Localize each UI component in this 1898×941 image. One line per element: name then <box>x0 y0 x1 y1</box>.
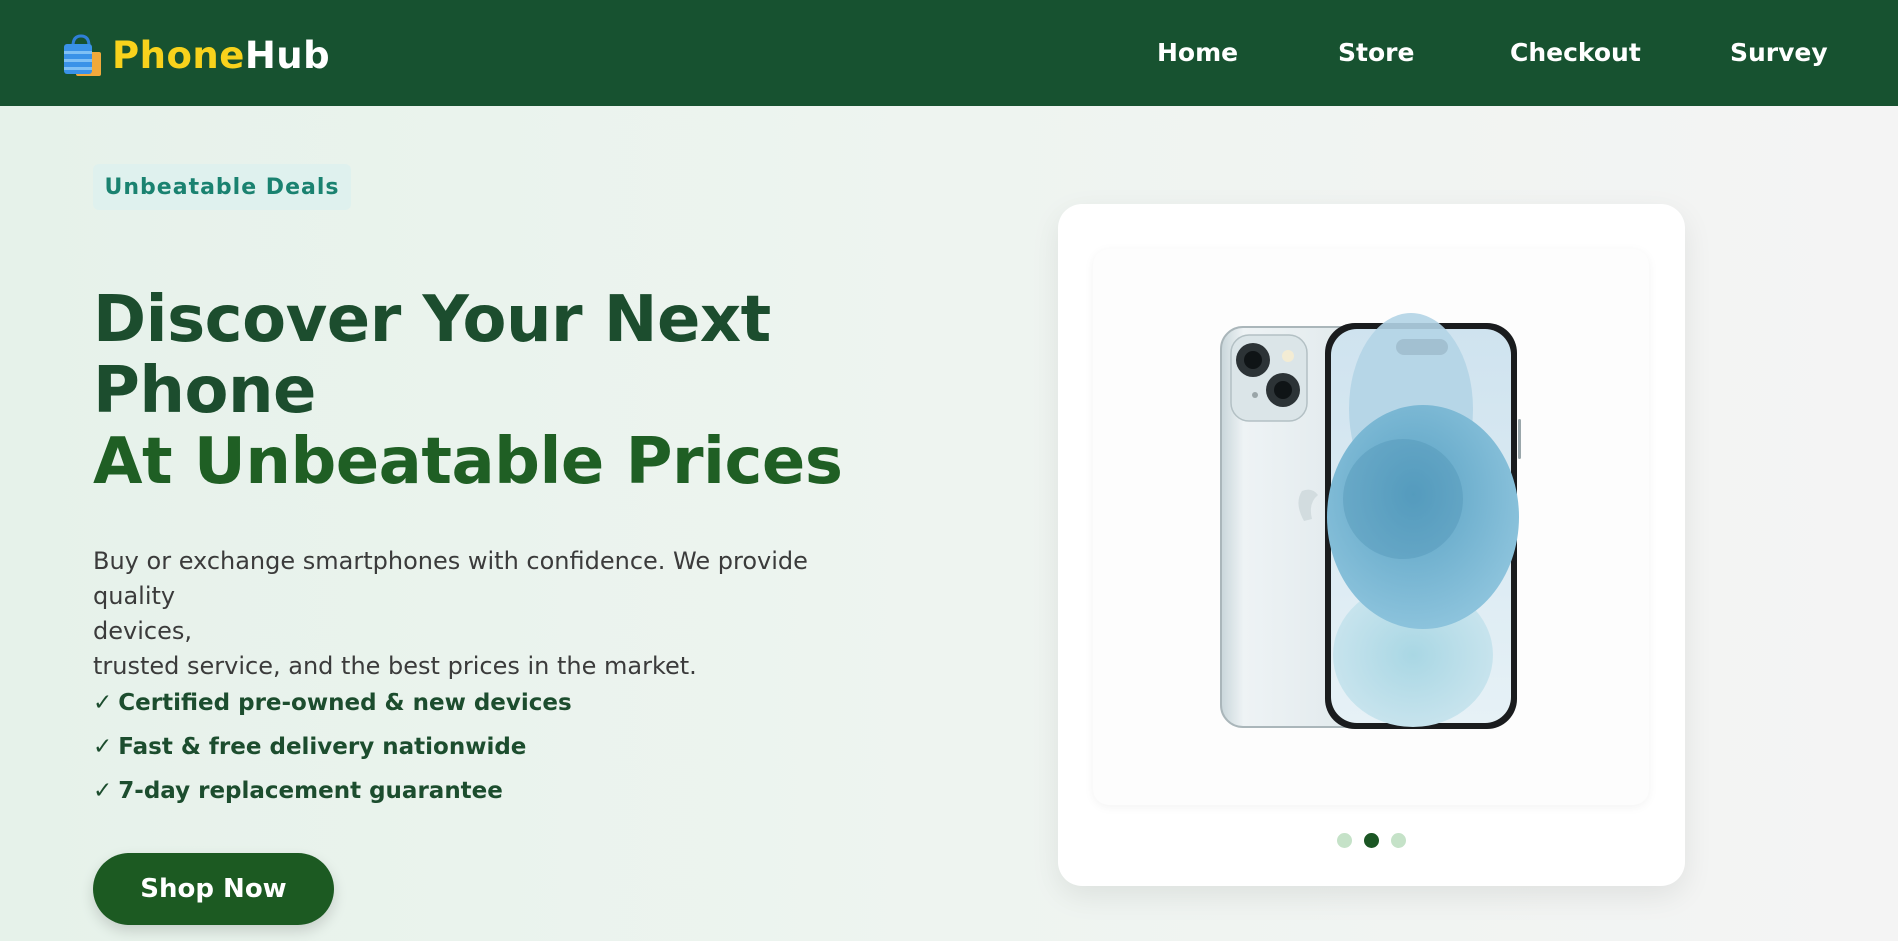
deals-badge: Unbeatable Deals <box>93 164 351 210</box>
brand-name: PhoneHub <box>112 34 330 77</box>
headline-line-2: Phone <box>93 354 316 428</box>
shopping-bag-icon <box>64 34 101 76</box>
brand-name-phone: Phone <box>112 33 245 77</box>
carousel-dot-active[interactable] <box>1364 833 1379 848</box>
nav-link-home[interactable]: Home <box>1157 38 1238 67</box>
description-line-2: devices, <box>93 617 192 645</box>
shop-now-button[interactable]: Shop Now <box>93 853 334 925</box>
top-navbar: PhoneHub Home Store Checkout Survey <box>0 0 1898 106</box>
carousel-dot[interactable] <box>1391 833 1406 848</box>
check-icon: ✓ <box>93 778 113 804</box>
brand-name-hub: Hub <box>244 33 331 77</box>
nav-link-store[interactable]: Store <box>1338 38 1414 67</box>
brand-logo[interactable]: PhoneHub <box>60 32 330 78</box>
hero-headline: Discover Your Next Phone At Unbeatable P… <box>93 283 843 499</box>
main-nav: Home Store Checkout Survey <box>998 0 1898 106</box>
carousel-slide[interactable] <box>1093 249 1649 805</box>
nav-link-checkout[interactable]: Checkout <box>1510 38 1641 67</box>
check-icon: ✓ <box>93 690 113 716</box>
description-line-1: Buy or exchange smartphones with confide… <box>93 547 808 610</box>
check-icon: ✓ <box>93 734 113 760</box>
feature-text: Certified pre-owned & new devices <box>118 690 572 716</box>
hero-description: Buy or exchange smartphones with confide… <box>93 544 893 684</box>
headline-line-3: At Unbeatable Prices <box>93 425 843 499</box>
carousel-dot[interactable] <box>1337 833 1352 848</box>
feature-item: ✓ Fast & free delivery nationwide <box>93 732 572 776</box>
feature-text: 7-day replacement guarantee <box>118 778 503 804</box>
nav-link-survey[interactable]: Survey <box>1730 38 1828 67</box>
feature-list: ✓ Certified pre-owned & new devices ✓ Fast… <box>93 688 572 820</box>
feature-item: ✓ 7-day replacement guarantee <box>93 776 572 820</box>
feature-item: ✓ Certified pre-owned & new devices <box>93 688 572 732</box>
headline-line-1: Discover Your Next <box>93 283 771 357</box>
product-carousel <box>1058 204 1685 886</box>
smartphone-image <box>1220 313 1521 729</box>
description-line-3: trusted service, and the best prices in … <box>93 652 697 680</box>
carousel-dots <box>1058 833 1685 848</box>
feature-text: Fast & free delivery nationwide <box>118 734 527 760</box>
